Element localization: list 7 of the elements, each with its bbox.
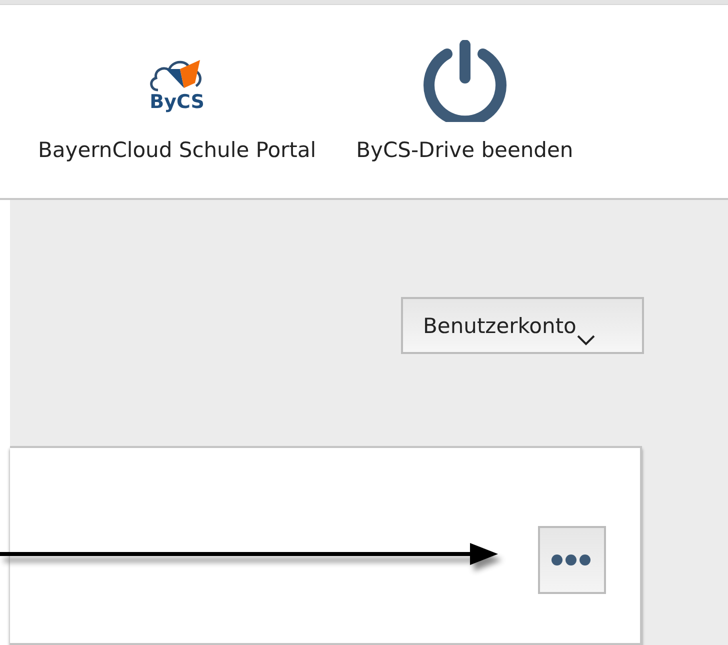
more-button[interactable] bbox=[538, 526, 606, 594]
app-link[interactable]: ByCS BayernCloud Schule Portal bbox=[26, 5, 328, 198]
app-link[interactable]: ByCS-Drive beenden bbox=[328, 5, 586, 198]
more-icon bbox=[551, 554, 593, 566]
account-dropdown[interactable]: Benutzerkonto bbox=[401, 297, 644, 354]
chevron-down-icon bbox=[576, 334, 596, 346]
logo-text: ByCS bbox=[150, 92, 204, 112]
